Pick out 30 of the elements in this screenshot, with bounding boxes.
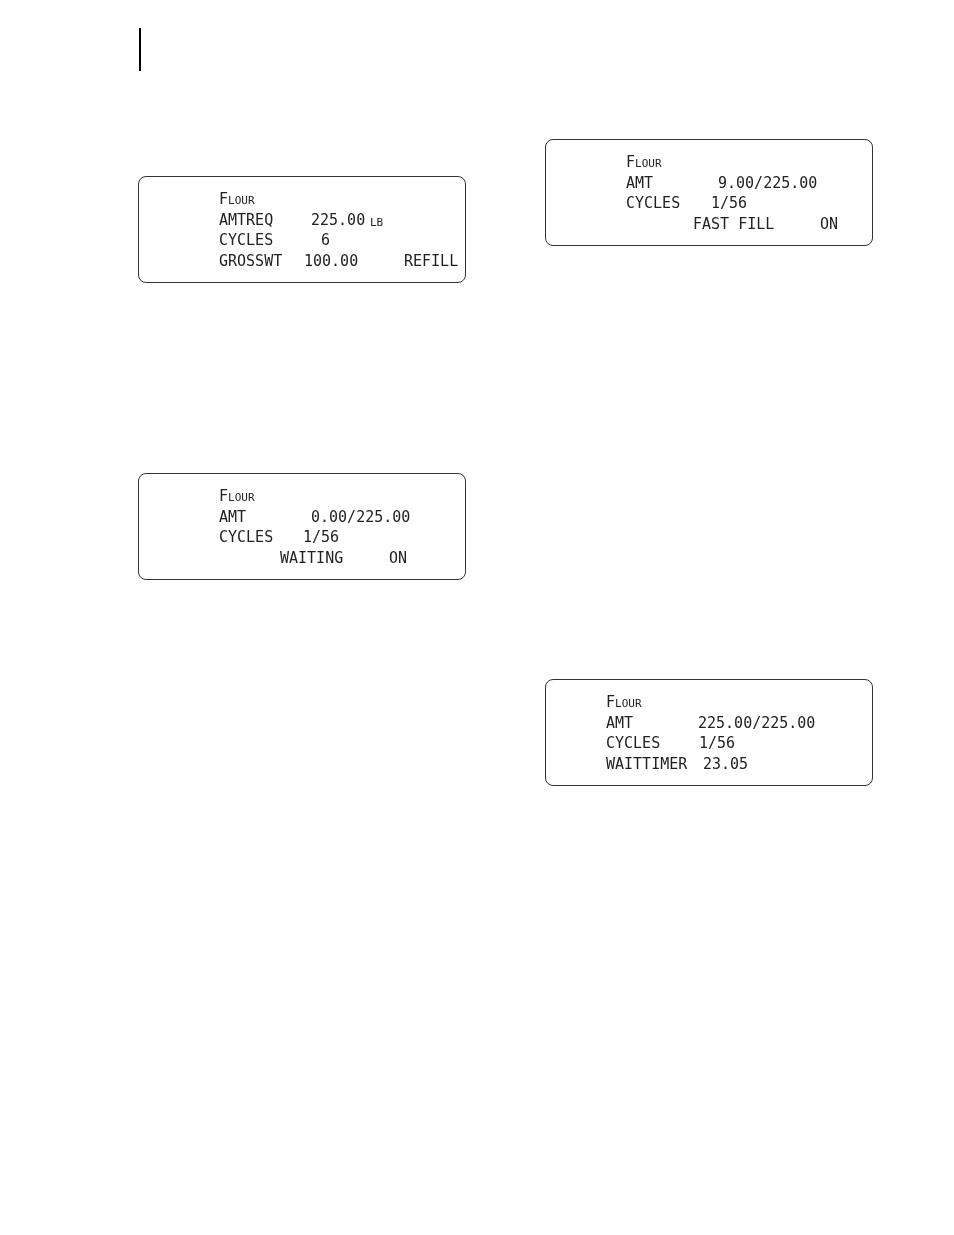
field-value: 0.00/225.00 — [311, 506, 411, 527]
field-label: CYCLES — [626, 193, 681, 214]
field-value: 100.00 — [304, 250, 359, 271]
status-text: ON — [389, 547, 408, 568]
field-label: AMT — [606, 712, 634, 733]
field-label: AMTREQ — [219, 209, 274, 231]
field-value: 1/56 — [303, 527, 340, 548]
field-value: 225.00 — [311, 209, 366, 231]
field-label: CYCLES — [219, 527, 274, 548]
display-title: Flour — [626, 152, 662, 173]
field-label: WAITTIMER — [606, 753, 688, 774]
display-title: Flour — [219, 486, 255, 507]
display-title: Flour — [606, 692, 642, 713]
field-value: 225.00/225.00 — [698, 712, 816, 733]
field-value: 1/56 — [699, 733, 736, 754]
field-label: AMT — [219, 506, 247, 527]
field-label: WAITING — [280, 547, 344, 568]
field-value: 23.05 — [703, 753, 749, 774]
field-label: AMT — [626, 172, 654, 193]
field-label: FAST FILL — [693, 213, 775, 234]
field-label: CYCLES — [606, 733, 661, 754]
field-value: 6 — [321, 230, 331, 251]
field-label: GROSSWT — [219, 250, 283, 271]
status-text: ON — [820, 213, 839, 234]
status-text: REFILL — [404, 250, 459, 271]
field-label: CYCLES — [219, 230, 274, 251]
field-value: 1/56 — [711, 193, 748, 214]
display-title: Flour — [219, 189, 255, 210]
field-value: 9.00/225.00 — [718, 172, 818, 193]
unit-text: lb — [370, 210, 384, 231]
